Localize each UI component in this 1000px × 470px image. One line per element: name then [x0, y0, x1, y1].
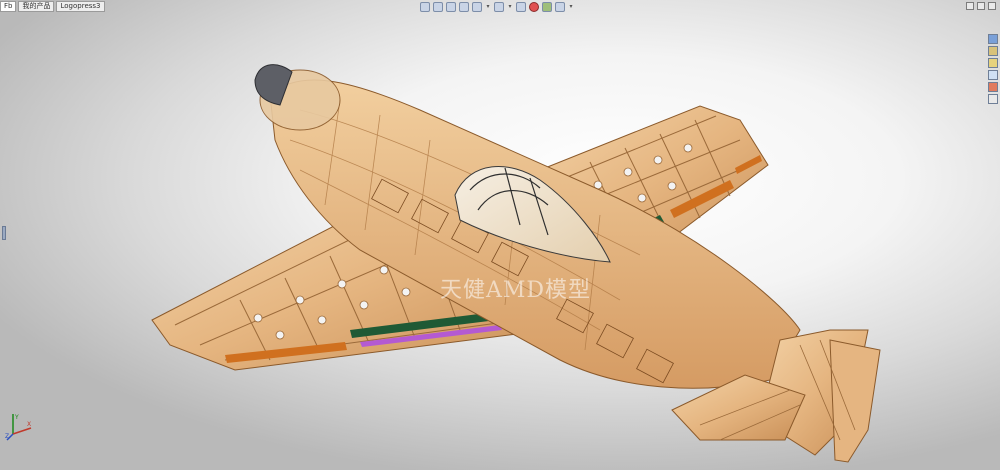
svg-text:Z: Z: [5, 433, 9, 440]
airplane-model: [151, 64, 881, 463]
nose-cowl: [254, 64, 341, 131]
watermark-text: 天健AMD模型: [440, 278, 592, 303]
svg-text:Y: Y: [14, 414, 19, 421]
reference-triad-icon: Y X Z: [5, 414, 32, 441]
svg-text:X: X: [27, 421, 31, 428]
